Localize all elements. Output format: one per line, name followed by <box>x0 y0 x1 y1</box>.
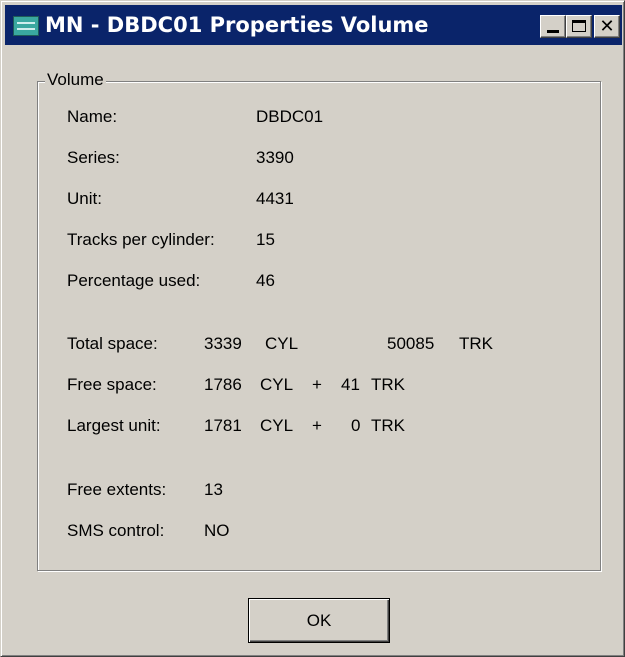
name-label: Name: <box>67 107 118 126</box>
close-icon: ✕ <box>599 16 615 37</box>
free-extents-value: 13 <box>204 480 223 499</box>
window-title: MN - DBDC01 Properties Volume <box>45 13 429 37</box>
ok-button[interactable]: OK <box>248 598 390 643</box>
total-space-trk-value: 50085 <box>387 334 435 353</box>
sms-control-label: SMS control: <box>67 521 165 540</box>
percentage-used-value: 46 <box>256 271 275 290</box>
series-label: Series: <box>67 148 120 167</box>
properties-dialog: MN - DBDC01 Properties Volume ✕ Volume N… <box>0 0 625 657</box>
close-button[interactable]: ✕ <box>594 15 620 38</box>
unit-label: Unit: <box>67 189 102 208</box>
percentage-used-label: Percentage used: <box>67 271 201 290</box>
free-space-trk-value: 41 <box>341 375 360 394</box>
free-space-plus: + <box>312 375 322 394</box>
total-space-label: Total space: <box>67 334 158 353</box>
minimize-icon <box>547 30 559 33</box>
maximize-icon <box>572 20 586 32</box>
title-bar[interactable]: MN - DBDC01 Properties Volume ✕ <box>5 5 622 45</box>
largest-unit-trk-unit: TRK <box>371 416 405 435</box>
largest-unit-label: Largest unit: <box>67 416 161 435</box>
free-space-cyl-unit: CYL <box>260 375 294 394</box>
free-space-cyl-value: 1786 <box>204 375 242 394</box>
total-space-trk-unit: TRK <box>459 334 493 353</box>
minimize-button[interactable] <box>540 15 566 38</box>
tracks-per-cylinder-label: Tracks per cylinder: <box>67 230 215 249</box>
free-extents-label: Free extents: <box>67 480 167 499</box>
free-space-label: Free space: <box>67 375 157 394</box>
largest-unit-cyl-value: 1781 <box>204 416 242 435</box>
free-space-trk-unit: TRK <box>371 375 405 394</box>
total-space-cyl-value: 3339 <box>204 334 242 353</box>
sms-control-value: NO <box>204 521 230 540</box>
tracks-per-cylinder-value: 15 <box>256 230 275 249</box>
unit-value: 4431 <box>256 189 294 208</box>
maximize-button[interactable] <box>566 15 592 38</box>
largest-unit-cyl-unit: CYL <box>260 416 294 435</box>
volume-group-label: Volume <box>45 69 106 91</box>
total-space-cyl-unit: CYL <box>265 334 299 353</box>
series-value: 3390 <box>256 148 294 167</box>
largest-unit-trk-value: 0 <box>351 416 361 435</box>
app-window-icon <box>13 16 39 36</box>
name-value: DBDC01 <box>256 107 324 126</box>
largest-unit-plus: + <box>312 416 322 435</box>
